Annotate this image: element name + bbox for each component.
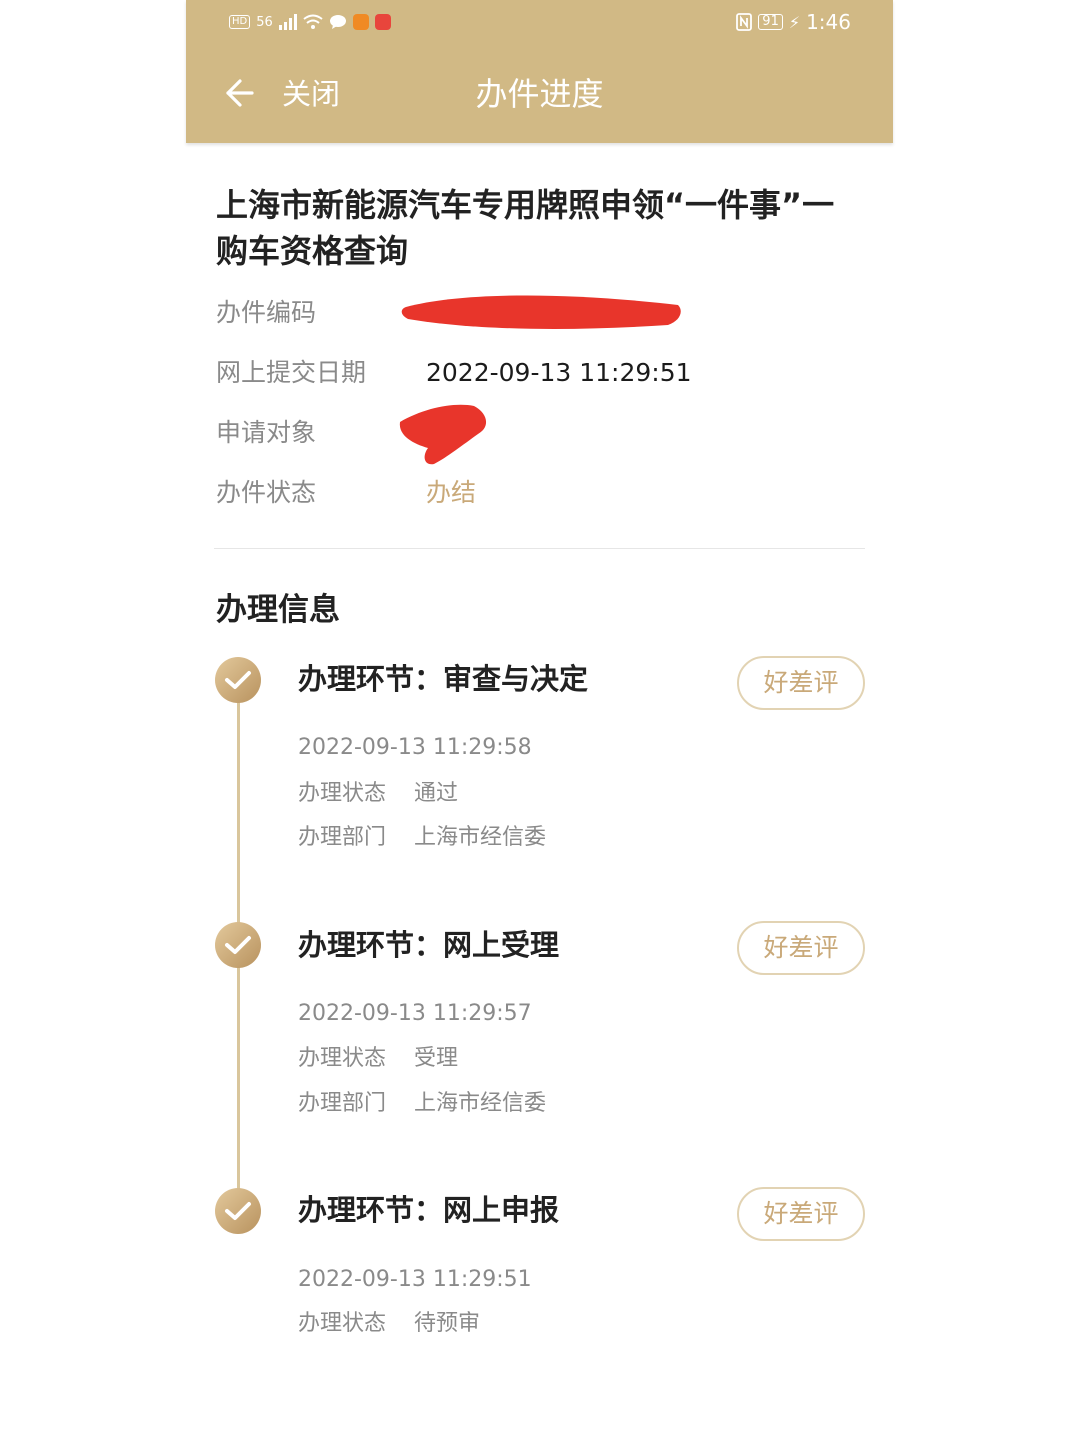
section-title: 办理信息 — [216, 592, 340, 628]
redaction-mark — [401, 295, 681, 329]
status-bar-left: HD 56 — [229, 10, 391, 34]
status-label: 办件状态 — [216, 478, 317, 507]
network-indicator: 56 — [256, 14, 273, 30]
step-time: 2022-09-13 11:29:57 — [298, 1001, 532, 1026]
charging-icon: ⚡ — [788, 12, 801, 32]
submit-date-label: 网上提交日期 — [216, 358, 367, 387]
applicant-label: 申请对象 — [216, 418, 317, 447]
step-status-label: 办理状态 — [298, 781, 387, 806]
chat-bubble-icon — [329, 15, 346, 29]
divider — [214, 548, 865, 549]
step-dept-label: 办理部门 — [298, 1091, 387, 1116]
step-status-label: 办理状态 — [298, 1046, 387, 1071]
step-title: 办理环节：审查与决定 — [298, 662, 589, 696]
step-status-value: 待预审 — [414, 1311, 481, 1336]
phone-screen: HD 56 91 ⚡ 1:46 关闭 办件进度 上海市新能源汽车专用牌照申领“一… — [186, 0, 893, 1439]
step-dept-label: 办理部门 — [298, 825, 387, 850]
step-dept-value: 上海市经信委 — [414, 825, 547, 850]
step-dept-value: 上海市经信委 — [414, 1091, 547, 1116]
rate-button[interactable]: 好差评 — [737, 656, 865, 710]
nfc-icon — [736, 13, 753, 31]
step-status-value: 受理 — [414, 1046, 459, 1071]
clock: 1:46 — [806, 10, 851, 34]
check-circle-icon — [215, 1188, 261, 1234]
step-time: 2022-09-13 11:29:51 — [298, 1267, 532, 1292]
battery-icon: 91 — [758, 14, 783, 30]
step-title: 办理环节：网上申报 — [298, 1193, 560, 1227]
status-badge: 办结 — [426, 478, 477, 507]
case-title: 上海市新能源汽车专用牌照申领“一件事”一购车资格查询 — [216, 186, 835, 270]
redaction-mark — [399, 404, 487, 465]
case-code-label: 办件编码 — [216, 298, 317, 327]
check-circle-icon — [215, 922, 261, 968]
video-app-icon — [352, 14, 369, 30]
step-title: 办理环节：网上受理 — [298, 928, 560, 962]
rate-button[interactable]: 好差评 — [737, 1187, 865, 1241]
check-circle-icon — [215, 657, 261, 703]
page-title: 办件进度 — [475, 75, 604, 113]
step-status-label: 办理状态 — [298, 1311, 387, 1336]
submit-date-value: 2022-09-13 11:29:51 — [426, 358, 692, 387]
hd-icon: HD — [229, 15, 251, 29]
app-header: HD 56 91 ⚡ 1:46 关闭 办件进度 — [186, 0, 893, 143]
step-status-value: 通过 — [414, 781, 459, 806]
step-time: 2022-09-13 11:29:58 — [298, 735, 532, 760]
wifi-icon — [303, 14, 323, 29]
signal-icon — [278, 14, 297, 30]
status-bar-right: 91 ⚡ 1:46 — [736, 10, 851, 34]
reader-app-icon — [374, 14, 391, 30]
rate-button[interactable]: 好差评 — [737, 921, 865, 975]
